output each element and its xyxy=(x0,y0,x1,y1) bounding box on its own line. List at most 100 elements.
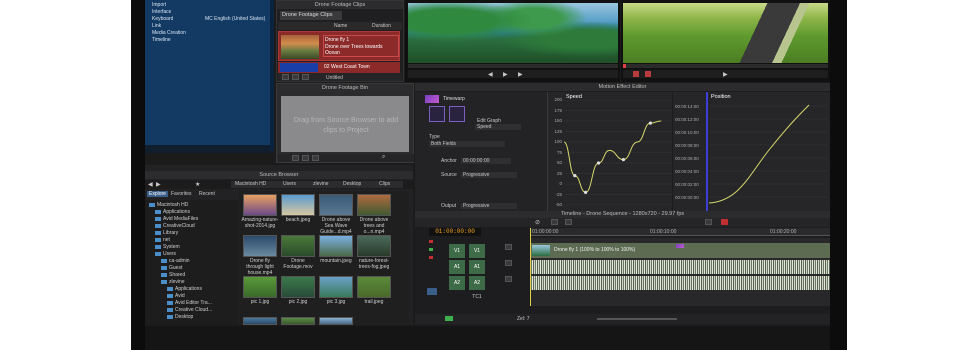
speed-curve-graph[interactable] xyxy=(564,100,672,205)
settings-row[interactable]: Timeline xyxy=(145,37,270,44)
play-icon[interactable]: ▶ xyxy=(503,71,508,78)
source-position-bar[interactable] xyxy=(408,64,618,68)
source-select[interactable]: Progressive xyxy=(461,172,517,178)
playhead-marker[interactable] xyxy=(623,64,626,68)
folder-tree-item[interactable]: Avid Editor Tra... xyxy=(167,300,212,306)
breadcrumb-users[interactable]: Users xyxy=(283,181,296,187)
source-track-a2[interactable]: A2 xyxy=(449,276,465,290)
anchor-field[interactable]: 00:00:00:00 xyxy=(461,158,511,164)
back-icon[interactable]: ◀ xyxy=(148,181,153,188)
settings-row[interactable]: Link xyxy=(145,23,270,30)
green-marker[interactable] xyxy=(429,248,433,251)
folder-tree-item[interactable]: Desktop xyxy=(167,314,193,320)
media-tile-thumbnail[interactable] xyxy=(357,276,391,298)
mark-in-button[interactable] xyxy=(633,71,639,77)
video-clip[interactable]: Drone fly 1 (100% to 100% to 100%) xyxy=(530,243,830,258)
settings-row[interactable]: Import xyxy=(145,2,270,9)
star-icon[interactable]: ★ xyxy=(195,181,200,188)
folder-tree-item[interactable]: Users xyxy=(155,251,176,257)
green-mode-indicator[interactable] xyxy=(445,316,453,321)
folder-tree-item[interactable]: Macintosh HD xyxy=(149,202,188,208)
audio-clip-a1[interactable] xyxy=(530,260,830,274)
red-marker-2[interactable] xyxy=(429,256,433,259)
extract-button[interactable] xyxy=(705,219,712,225)
breadcrumb-user[interactable]: zlevine xyxy=(313,181,329,187)
media-tile-thumbnail[interactable] xyxy=(281,276,315,298)
breadcrumb-desktop[interactable]: Desktop xyxy=(343,181,361,187)
track-solo-a1[interactable] xyxy=(505,260,512,266)
timeline-playhead[interactable] xyxy=(530,228,531,306)
name-column-header[interactable]: Name xyxy=(334,23,347,29)
media-tile-thumbnail[interactable] xyxy=(357,235,391,257)
breadcrumb-root[interactable]: Macintosh HD xyxy=(235,181,266,187)
media-tile-thumbnail[interactable] xyxy=(243,276,277,298)
record-position-bar[interactable] xyxy=(623,64,828,68)
folder-tree-item[interactable]: Applications xyxy=(167,286,202,292)
media-tile-thumbnail[interactable] xyxy=(319,194,353,216)
bin-frame-button[interactable] xyxy=(302,74,309,80)
folder-tree-item[interactable]: Avid xyxy=(167,293,185,299)
clip-row-selected[interactable]: Drone fly 1 Drone over Trees towards Oce… xyxy=(278,31,400,61)
record-track-tc1[interactable]: TC1 xyxy=(469,294,485,300)
media-tile-thumbnail[interactable] xyxy=(319,235,353,257)
list-view-button[interactable] xyxy=(312,155,319,161)
track-solo-a2[interactable] xyxy=(505,276,512,282)
step-forward-icon[interactable]: ▶ xyxy=(518,71,523,78)
settings-row[interactable]: Interface xyxy=(145,9,270,16)
script-view-button[interactable] xyxy=(302,155,309,161)
settings-scrollbar[interactable] xyxy=(270,0,274,150)
edit-graph-select[interactable]: Speed xyxy=(475,124,521,130)
record-track-v1[interactable]: V1 xyxy=(469,244,485,258)
record-track-a1[interactable]: A1 xyxy=(469,260,485,274)
step-back-icon[interactable]: ◀ xyxy=(488,71,493,78)
timeline-ruler[interactable]: 01:00:00:00 01:00:10:00 01:00:20:00 xyxy=(530,228,830,236)
record-button[interactable] xyxy=(721,219,728,225)
speed-graph-panel[interactable]: Speed 200 175 150 125 100 75 50 25 0 -25 -50 xyxy=(547,92,672,211)
position-curve-graph[interactable] xyxy=(709,100,827,205)
red-marker-1[interactable] xyxy=(429,240,433,243)
source-track-a1[interactable]: A1 xyxy=(449,260,465,274)
tab-explore[interactable]: Explore xyxy=(147,191,168,197)
folder-tree-item[interactable]: Library xyxy=(155,230,178,236)
timecode-display[interactable]: 01:00:00:00 xyxy=(429,228,481,236)
motion-effect-icon[interactable] xyxy=(676,244,684,248)
record-play-icon[interactable]: ▶ xyxy=(723,71,728,78)
folder-tree-item[interactable]: zlevine xyxy=(161,279,185,285)
lift-icon[interactable]: ⊘ xyxy=(535,219,540,226)
folder-tree-item[interactable]: Applications xyxy=(155,209,190,215)
splice-button[interactable] xyxy=(551,219,558,225)
media-tile-thumbnail[interactable] xyxy=(281,317,315,325)
folder-tree-item[interactable]: Avid MediaFiles xyxy=(155,216,198,222)
tab-recent[interactable]: Recent xyxy=(199,191,215,197)
media-tile-thumbnail[interactable] xyxy=(243,194,277,216)
media-tile-thumbnail[interactable] xyxy=(243,317,277,325)
effect-preview-2[interactable] xyxy=(449,106,465,122)
folder-tree-item[interactable]: ca-admin xyxy=(161,258,190,264)
media-tile-thumbnail[interactable] xyxy=(281,235,315,257)
folder-tree-item[interactable]: Shared xyxy=(161,272,185,278)
bin-list-button[interactable] xyxy=(292,74,299,80)
source-track-v1[interactable]: V1 xyxy=(449,244,465,258)
folder-tree-item[interactable]: Creative Cloud... xyxy=(167,307,212,313)
mark-out-button[interactable] xyxy=(645,71,651,77)
search-icon[interactable]: ⌕ xyxy=(382,154,385,161)
media-tile-thumbnail[interactable] xyxy=(281,194,315,216)
output-select[interactable]: Progressive xyxy=(461,203,517,209)
clip-row-2[interactable]: 02 West Coast Town xyxy=(278,62,400,73)
media-tile-thumbnail[interactable] xyxy=(243,235,277,257)
timeline-tracks[interactable]: Drone fly 1 (100% to 100% to 100%) xyxy=(530,228,830,306)
bin-view-button[interactable] xyxy=(282,74,289,80)
forward-icon[interactable]: ▶ xyxy=(156,181,161,188)
settings-row[interactable]: Keyboard MC English (United States) xyxy=(145,16,270,23)
media-tile-thumbnail[interactable] xyxy=(319,317,353,325)
breadcrumb-clips[interactable]: Clips xyxy=(379,181,390,187)
settings-row[interactable]: Media Creation xyxy=(145,30,270,37)
folder-tree-item[interactable]: net xyxy=(155,237,170,243)
folder-tree-item[interactable]: CreativeCloud xyxy=(155,223,195,229)
track-mute-v1[interactable] xyxy=(505,244,512,250)
audio-clip-a2[interactable] xyxy=(530,276,830,290)
zoom-slider[interactable] xyxy=(597,318,677,320)
tab-favorites[interactable]: Favorites xyxy=(171,191,192,197)
record-track-a2[interactable]: A2 xyxy=(469,276,485,290)
folder-tree-item[interactable]: System xyxy=(155,244,180,250)
